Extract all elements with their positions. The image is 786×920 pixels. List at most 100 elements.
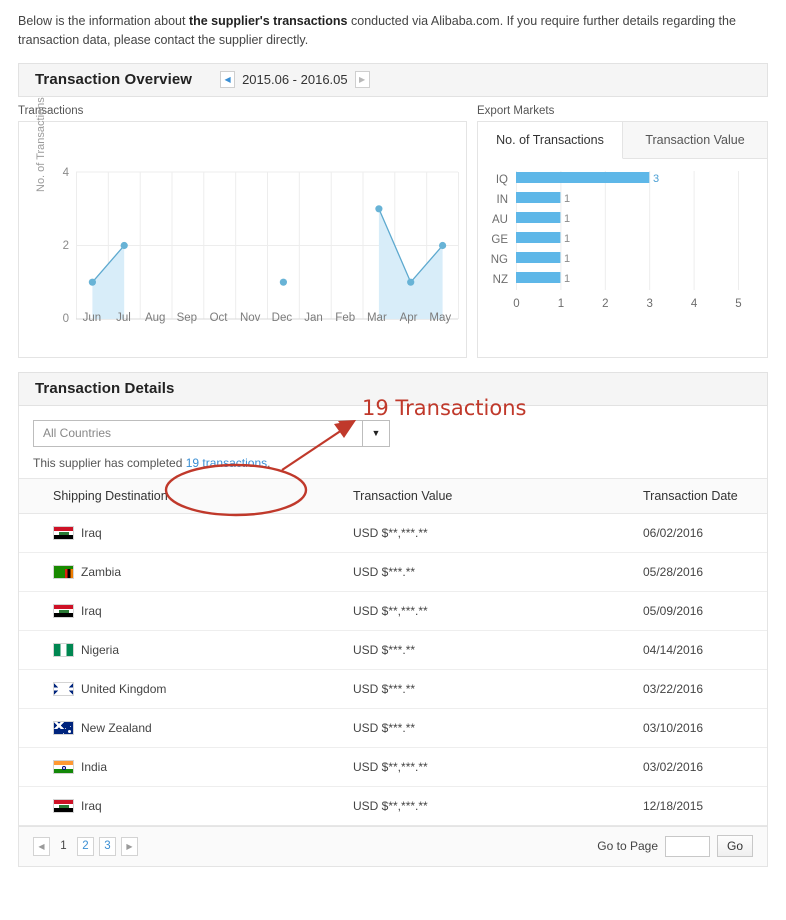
column-header-transaction-value: Transaction Value	[353, 478, 643, 513]
svg-text:AU: AU	[492, 214, 508, 226]
export-markets-box: No. of Transactions Transaction Value	[477, 121, 768, 358]
date-range-label: 2015.06 - 2016.05	[242, 72, 348, 87]
svg-text:1: 1	[564, 193, 570, 205]
destination-label: Iraq	[81, 799, 102, 813]
summary-suffix: .	[267, 456, 270, 470]
date-next-button[interactable]: ▶	[355, 71, 370, 88]
tab-no-of-transactions[interactable]: No. of Transactions	[478, 122, 623, 159]
svg-text:1: 1	[564, 213, 570, 225]
pagination-page-2[interactable]: 2	[77, 837, 94, 856]
svg-text:NG: NG	[491, 254, 508, 266]
destination-label: United Kingdom	[81, 682, 166, 696]
destination-label: Iraq	[81, 526, 102, 540]
transactions-line-chart: No. of Transactions 4 2 0	[19, 122, 466, 357]
transaction-value: USD $**,***.**	[353, 513, 643, 552]
pagination-pages: ◀ 1 2 3 ▶	[33, 837, 138, 856]
svg-text:1: 1	[564, 273, 570, 285]
x-tick-label: Feb	[329, 312, 361, 324]
table-row: Iraq USD $**,***.** 12/18/2015	[19, 786, 767, 825]
transaction-value: USD $***.**	[353, 630, 643, 669]
transaction-value: USD $***.**	[353, 552, 643, 591]
svg-text:1: 1	[564, 233, 570, 245]
transactions-chart-panel: Transactions No. of Transactions 4 2 0	[18, 105, 467, 358]
x-tick-label: Jun	[76, 312, 108, 324]
table-row: India USD $**,***.** 03/02/2016	[19, 747, 767, 786]
svg-text:IQ: IQ	[496, 174, 508, 186]
x-tick-label: May	[424, 312, 456, 324]
goto-page-label: Go to Page	[597, 839, 658, 853]
pagination-page-3[interactable]: 3	[99, 837, 116, 856]
svg-text:0: 0	[513, 298, 519, 310]
pagination-prev-button[interactable]: ◀	[33, 837, 50, 856]
summary-count-link[interactable]: 19 transactions	[186, 456, 267, 470]
tab-transaction-value[interactable]: Transaction Value	[623, 122, 767, 158]
transaction-value: USD $***.**	[353, 708, 643, 747]
goto-page-group: Go to Page Go	[597, 835, 753, 857]
column-header-transaction-date: Transaction Date	[643, 478, 767, 513]
export-markets-bar-chart: IQ IN AU GE NG NZ 3 1 1	[478, 159, 767, 357]
filter-zone: All Countries ▼ This supplier has comple…	[19, 406, 767, 478]
export-markets-svg: IQ IN AU GE NG NZ 3 1 1	[478, 159, 769, 359]
svg-text:IN: IN	[497, 194, 509, 206]
table-row: Zambia USD $***.** 05/28/2016	[19, 552, 767, 591]
go-button[interactable]: Go	[717, 835, 753, 857]
transaction-details-body: All Countries ▼ This supplier has comple…	[18, 406, 768, 827]
pagination-next-button[interactable]: ▶	[121, 837, 138, 856]
export-markets-tabs: No. of Transactions Transaction Value	[478, 122, 767, 159]
svg-text:4: 4	[691, 298, 698, 310]
transactions-x-axis-labels: Jun Jul Aug Sep Oct Nov Dec Jan Feb Mar …	[76, 312, 456, 324]
country-filter-value: All Countries	[34, 426, 362, 440]
transaction-overview-header: Transaction Overview ◀ 2015.06 - 2016.05…	[18, 63, 768, 97]
transaction-value: USD $**,***.**	[353, 591, 643, 630]
svg-text:1: 1	[558, 298, 564, 310]
x-tick-label: Nov	[234, 312, 266, 324]
transaction-date: 05/28/2016	[643, 552, 767, 591]
column-header-shipping-destination: Shipping Destination	[19, 478, 353, 513]
table-header-row: Shipping Destination Transaction Value T…	[19, 478, 767, 513]
overview-charts-row: Transactions No. of Transactions 4 2 0	[18, 105, 768, 358]
export-markets-caption: Export Markets	[477, 105, 768, 117]
goto-page-input[interactable]	[665, 836, 710, 857]
flag-icon-new-zealand	[53, 721, 74, 735]
destination-label: Nigeria	[81, 643, 119, 657]
transactions-chart-caption: Transactions	[18, 105, 467, 117]
x-tick-label: Oct	[203, 312, 235, 324]
x-tick-label: Mar	[361, 312, 393, 324]
transaction-value: USD $**,***.**	[353, 786, 643, 825]
transaction-value: USD $**,***.**	[353, 747, 643, 786]
svg-text:NZ: NZ	[493, 274, 508, 286]
chevron-down-icon[interactable]: ▼	[362, 421, 389, 446]
intro-text-bold: the supplier's transactions	[189, 14, 348, 28]
x-tick-label: Dec	[266, 312, 298, 324]
transactions-table: Shipping Destination Transaction Value T…	[19, 478, 767, 826]
table-row: Iraq USD $**,***.** 06/02/2016	[19, 513, 767, 552]
flag-icon-iraq	[53, 526, 74, 540]
transaction-count-summary: This supplier has completed 19 transacti…	[33, 456, 753, 470]
destination-label: Iraq	[81, 604, 102, 618]
x-tick-label: Sep	[171, 312, 203, 324]
x-tick-label: Jan	[298, 312, 330, 324]
svg-text:2: 2	[602, 298, 608, 310]
transaction-date: 05/09/2016	[643, 591, 767, 630]
x-tick-label: Apr	[393, 312, 425, 324]
flag-icon-india	[53, 760, 74, 774]
svg-text:3: 3	[653, 173, 659, 185]
svg-text:3: 3	[646, 298, 652, 310]
flag-icon-iraq	[53, 799, 74, 813]
transaction-date: 04/14/2016	[643, 630, 767, 669]
transactions-chart-box: No. of Transactions 4 2 0	[18, 121, 467, 358]
transaction-date: 03/10/2016	[643, 708, 767, 747]
country-filter-select[interactable]: All Countries ▼	[33, 420, 390, 447]
transaction-date: 06/02/2016	[643, 513, 767, 552]
x-tick-label: Aug	[139, 312, 171, 324]
transaction-details-header: Transaction Details	[18, 372, 768, 406]
table-row: Iraq USD $**,***.** 05/09/2016	[19, 591, 767, 630]
flag-icon-united-kingdom	[53, 682, 74, 696]
flag-icon-zambia	[53, 565, 74, 579]
transaction-overview-title: Transaction Overview	[35, 71, 192, 88]
pagination-bar: ◀ 1 2 3 ▶ Go to Page Go	[18, 827, 768, 867]
transaction-date: 03/02/2016	[643, 747, 767, 786]
date-prev-button[interactable]: ◀	[220, 71, 235, 88]
summary-prefix: This supplier has completed	[33, 456, 186, 470]
transaction-details-title: Transaction Details	[35, 380, 174, 397]
